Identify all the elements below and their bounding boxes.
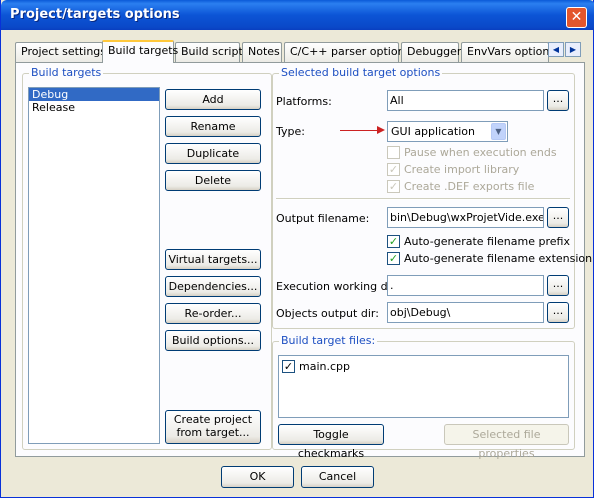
type-select[interactable]: GUI application ▼	[387, 121, 508, 142]
create-def-exports-label: Create .DEF exports file	[404, 180, 535, 193]
exec-dir-browse-button[interactable]: ...	[547, 275, 569, 296]
objects-dir-label: Objects output dir:	[276, 307, 379, 320]
selected-target-options-group: Selected build target options Platforms:…	[272, 66, 592, 329]
checkmark-icon[interactable]: ✓	[282, 360, 295, 373]
exec-dir-field[interactable]: .	[387, 275, 544, 296]
add-button[interactable]: Add	[165, 89, 261, 110]
objects-dir-browse-button[interactable]: ...	[547, 302, 569, 323]
auto-extension-label: Auto-generate filename extension	[404, 252, 593, 265]
annotation-arrow-line	[340, 130, 380, 131]
virtual-targets-button[interactable]: Virtual targets...	[165, 249, 261, 270]
selected-target-options-title: Selected build target options	[279, 66, 443, 79]
file-name: main.cpp	[299, 360, 350, 373]
platforms-browse-button[interactable]: ...	[547, 90, 569, 111]
cancel-button[interactable]: Cancel	[301, 466, 374, 488]
options-separator	[276, 198, 570, 200]
create-import-library-label: Create import library	[404, 163, 520, 176]
selected-file-properties-button: Selected file properties	[444, 424, 569, 460]
tab-debugger[interactable]: Debugger	[401, 42, 461, 62]
checkbox-box	[387, 146, 400, 159]
objects-dir-field[interactable]: obj\Debug\	[387, 302, 544, 323]
build-options-button[interactable]: Build options...	[165, 330, 261, 351]
list-item[interactable]: Release	[29, 101, 159, 114]
window-title: Project/targets options	[10, 7, 180, 22]
create-project-from-target-button[interactable]: Create project from target...	[165, 410, 261, 444]
checkmark-icon: ✓	[387, 235, 400, 248]
output-filename-browse-button[interactable]: ...	[547, 207, 569, 228]
checkmark-icon: ✓	[387, 252, 400, 265]
tab-cpp-parser[interactable]: C/C++ parser options	[284, 42, 410, 62]
checkmark-icon: ✓	[387, 163, 400, 176]
project-options-dialog: Project/targets options ✕ Project settin…	[0, 0, 594, 498]
output-filename-label: Output filename:	[276, 212, 370, 225]
ok-button[interactable]: OK	[221, 466, 294, 488]
duplicate-button[interactable]: Duplicate	[165, 143, 261, 164]
exec-dir-label: Execution working dir:	[276, 280, 399, 293]
pause-when-ends-label: Pause when execution ends	[404, 146, 557, 159]
tab-scroll-left-icon[interactable]: ◀	[548, 42, 564, 57]
toggle-checkmarks-button[interactable]: Toggle checkmarks	[278, 424, 384, 460]
platforms-field[interactable]: All	[387, 90, 544, 111]
tab-scroll-right-icon[interactable]: ▶	[565, 42, 581, 57]
output-filename-field[interactable]: bin\Debug\wxProjetVide.exe	[387, 207, 544, 228]
title-bar[interactable]: Project/targets options ✕	[1, 0, 594, 30]
build-target-files-group: Build target files: ✓ main.cpp Toggle ch…	[272, 334, 575, 460]
build-targets-group-title: Build targets	[29, 66, 104, 79]
checkmark-icon: ✓	[387, 180, 400, 193]
create-project-label-line2: from target...	[176, 426, 250, 439]
tab-build-targets[interactable]: Build targets	[102, 40, 178, 63]
platforms-label: Platforms:	[276, 95, 332, 108]
build-targets-group: Build targets Debug Release Add Rename D…	[22, 66, 272, 450]
dependencies-button[interactable]: Dependencies...	[165, 276, 261, 297]
close-button[interactable]: ✕	[566, 7, 587, 28]
build-targets-list[interactable]: Debug Release	[28, 87, 160, 444]
type-label: Type:	[276, 125, 305, 138]
reorder-button[interactable]: Re-order...	[165, 303, 261, 324]
build-target-files-list[interactable]: ✓ main.cpp	[278, 355, 569, 418]
delete-button[interactable]: Delete	[165, 170, 261, 191]
chevron-down-icon[interactable]: ▼	[491, 123, 506, 140]
build-target-files-title: Build target files:	[279, 334, 378, 347]
tab-envvars[interactable]: EnvVars options	[461, 42, 555, 62]
auto-prefix-label: Auto-generate filename prefix	[404, 235, 570, 248]
annotation-arrow-head-icon	[377, 126, 385, 134]
build-targets-panel: Build targets Debug Release Add Rename D…	[15, 62, 592, 460]
type-select-value: GUI application	[391, 125, 475, 138]
tab-build-scripts[interactable]: Build scripts	[175, 42, 249, 62]
create-project-label-line1: Create project	[173, 413, 253, 426]
tab-project-settings[interactable]: Project settings	[15, 42, 106, 62]
tab-notes[interactable]: Notes	[242, 42, 282, 62]
list-item[interactable]: Debug	[29, 88, 159, 101]
rename-button[interactable]: Rename	[165, 116, 261, 137]
